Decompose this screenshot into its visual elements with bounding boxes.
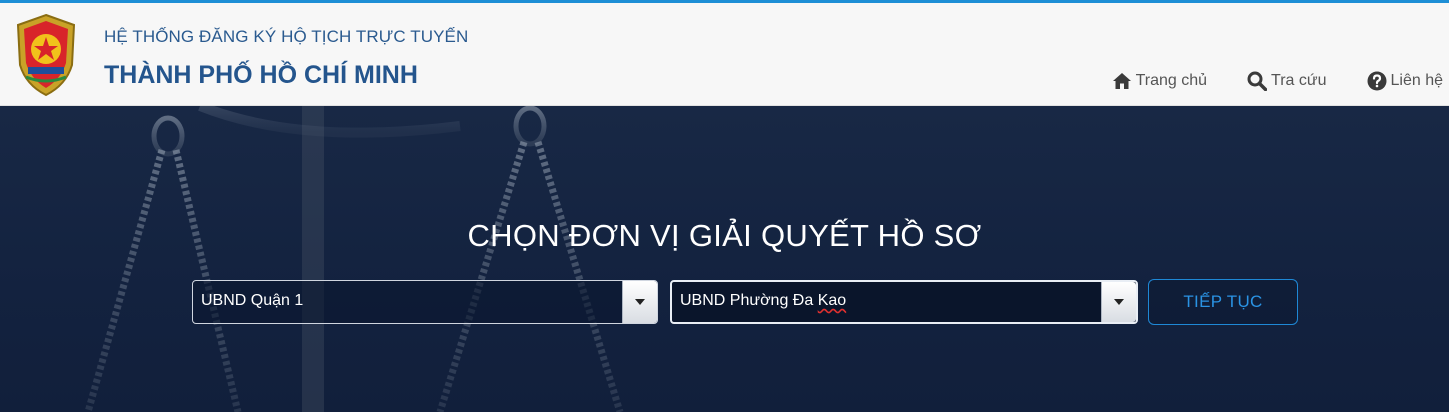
continue-button[interactable]: TIẾP TỤC — [1148, 279, 1298, 325]
nav-search[interactable]: Tra cứu — [1247, 71, 1327, 91]
nav-contact-label: Liên hệ — [1390, 72, 1444, 89]
hero-title: CHỌN ĐƠN VỊ GIẢI QUYẾT HỒ SƠ — [467, 218, 982, 253]
district-dropdown-toggle[interactable] — [622, 281, 657, 323]
justice-scale-background — [84, 106, 624, 412]
ward-select-value: UBND Phường Đa Kao — [680, 292, 846, 310]
ward-select-value-misspelled: Kao — [817, 292, 847, 309]
question-circle-icon — [1367, 71, 1386, 91]
main-nav: Trang chủ Tra cứu Liên hệ — [1072, 71, 1449, 91]
district-select-value: UBND Quận 1 — [201, 292, 304, 309]
system-title: HỆ THỐNG ĐĂNG KÝ HỘ TỊCH TRỰC TUYẾN — [104, 27, 469, 46]
ward-select-value-text: UBND Phường Đa — [680, 292, 818, 309]
nav-search-label: Tra cứu — [1271, 72, 1327, 89]
nav-home-label: Trang chủ — [1135, 72, 1208, 89]
hero-section: CHỌN ĐƠN VỊ GIẢI QUYẾT HỒ SƠ UBND Quận 1… — [0, 106, 1449, 412]
nav-home[interactable]: Trang chủ — [1112, 71, 1207, 91]
chevron-down-icon — [1114, 299, 1124, 305]
search-icon — [1247, 71, 1268, 91]
ward-select[interactable]: UBND Phường Đa Kao — [670, 280, 1138, 324]
city-title: THÀNH PHỐ HỒ CHÍ MINH — [104, 61, 418, 89]
site-header: HỆ THỐNG ĐĂNG KÝ HỘ TỊCH TRỰC TUYẾN THÀN… — [0, 3, 1449, 106]
ward-dropdown-toggle[interactable] — [1101, 282, 1136, 322]
home-icon — [1112, 73, 1131, 89]
district-select[interactable]: UBND Quận 1 — [192, 280, 658, 324]
police-emblem-icon[interactable] — [14, 13, 78, 97]
nav-contact[interactable]: Liên hệ — [1367, 71, 1444, 91]
chevron-down-icon — [635, 299, 645, 305]
